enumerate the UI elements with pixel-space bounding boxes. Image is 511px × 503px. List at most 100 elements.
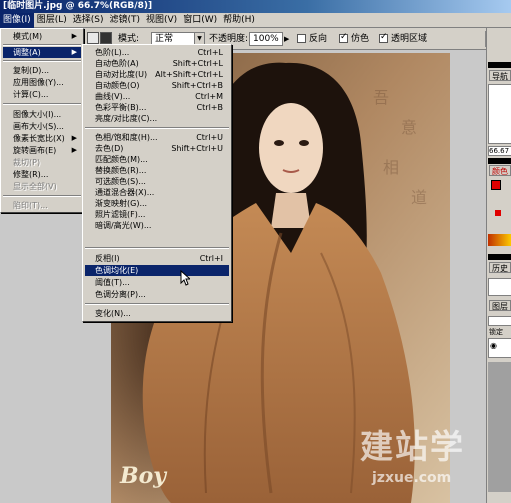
menu-item-label: 色彩平衡(B)... (95, 103, 147, 112)
tab-layers[interactable]: 图层 (489, 300, 511, 311)
svg-text:意: 意 (401, 118, 417, 137)
right-palette-dock: 导航 66.67 颜色 历史 图层 锁定 ◉ (486, 28, 511, 503)
history-panel-titlebar[interactable] (488, 254, 511, 260)
mode-value: 正常 (155, 34, 174, 44)
menu-image[interactable]: 图像(I) (0, 13, 34, 28)
menu-item-gradient-map[interactable]: 渐变映射(G)... (85, 198, 229, 209)
menu-item-threshold[interactable]: 阈值(T)... (85, 277, 229, 288)
menu-item-label: 自动颜色(O) (95, 81, 140, 90)
opacity-arrow-icon[interactable]: ▶ (284, 32, 289, 46)
menu-separator (3, 195, 81, 197)
svg-text:道: 道 (411, 188, 427, 207)
menu-item-hue-saturation[interactable]: 色相/饱和度(H)... Ctrl+U (85, 132, 229, 143)
color-ramp[interactable] (488, 234, 511, 246)
menu-select[interactable]: 选择(S) (70, 13, 107, 28)
foreground-color-swatch[interactable] (491, 180, 501, 190)
transparency-label: 透明区域 (391, 34, 428, 44)
window-title-bar[interactable]: [临时图片.jpg @ 66.7%(RGB/8)] (0, 0, 511, 13)
menu-shortcut: Shift+Ctrl+B (171, 81, 223, 90)
menu-item-label: 像素长宽比(X) (13, 134, 65, 143)
menu-shortcut: Ctrl+M (195, 92, 223, 101)
menu-separator (3, 60, 81, 62)
menu-item-canvas-size[interactable]: 画布大小(S)... (3, 121, 81, 132)
color-panel-titlebar[interactable] (488, 158, 511, 164)
menu-item-auto-levels[interactable]: 自动色阶(A) Shift+Ctrl+L (85, 58, 229, 69)
menu-item-apply-image[interactable]: 应用图像(Y)... (3, 77, 81, 88)
svg-text:相: 相 (383, 158, 399, 177)
menu-item-label: 自动对比度(U) (95, 70, 148, 79)
menu-help[interactable]: 帮助(H) (220, 13, 258, 28)
opacity-value: 100% (253, 34, 279, 44)
menu-item-pixel-aspect[interactable]: 像素长宽比(X) ▶ (3, 133, 81, 144)
menu-item-trap: 陷印(T)... (13, 201, 48, 210)
menu-item-rotate-canvas[interactable]: 旋转画布(E) ▶ (3, 145, 81, 156)
zoom-field[interactable]: 66.67 (488, 146, 511, 156)
warning-icon (495, 210, 501, 216)
menu-shortcut: Ctrl+L (197, 48, 223, 57)
menu-item-label: 旋转画布(E) (13, 146, 57, 155)
menu-separator (3, 44, 81, 46)
gradient-swatch-icon[interactable] (87, 32, 99, 44)
site-watermark: 建站学 jzxue.com (360, 420, 490, 490)
eye-icon[interactable]: ◉ (490, 342, 498, 350)
mouse-cursor-icon (180, 270, 190, 286)
tab-color[interactable]: 颜色 (489, 165, 511, 176)
adjust-submenu: 色阶(L)... Ctrl+L 自动色阶(A) Shift+Ctrl+L 自动对比度… (82, 44, 232, 322)
menu-item-adjust[interactable]: 调整(A) ▶ (3, 47, 81, 58)
submenu-arrow-icon: ▶ (71, 146, 77, 154)
navigator-panel-titlebar[interactable] (488, 62, 511, 68)
menu-item-label: 调整(A) (13, 48, 41, 57)
menu-view[interactable]: 视图(V) (143, 13, 180, 28)
menu-item-invert[interactable]: 反相(I) Ctrl+I (85, 253, 229, 264)
watermark-main: 建站学 (360, 427, 465, 466)
menu-layer[interactable]: 图层(L) (34, 13, 70, 28)
submenu-arrow-icon: ▶ (71, 48, 77, 56)
menu-item-curves[interactable]: 曲线(V)... Ctrl+M (85, 91, 229, 102)
menu-item-equalize[interactable]: 色调均化(E) (85, 265, 229, 276)
image-signature: Boy (120, 463, 167, 489)
menu-shortcut: Ctrl+I (199, 254, 223, 263)
menu-item-image-size[interactable]: 图像大小(I)... (3, 109, 81, 120)
opacity-input[interactable]: 100% (249, 32, 283, 46)
transparency-checkbox[interactable] (379, 32, 388, 43)
menu-item-auto-color[interactable]: 自动颜色(O) Shift+Ctrl+B (85, 80, 229, 91)
menu-item-label: 去色(D) (95, 144, 124, 153)
menu-item-posterize[interactable]: 色调分离(P)... (85, 289, 229, 300)
menu-shortcut: Ctrl+U (196, 133, 223, 142)
reverse-checkbox[interactable] (297, 34, 306, 43)
menu-item-label: 反相(I) (95, 254, 120, 263)
dither-checkbox[interactable] (339, 32, 348, 43)
menu-item-match-color[interactable]: 匹配颜色(M)... (85, 154, 229, 165)
svg-text:吾: 吾 (373, 88, 389, 107)
menu-item-replace-color[interactable]: 替换颜色(R)... (85, 165, 229, 176)
menu-item-color-balance[interactable]: 色彩平衡(B)... Ctrl+B (85, 102, 229, 113)
panel-empty-area (488, 362, 511, 492)
menu-bar: 图像(I) 图层(L) 选择(S) 滤镜(T) 视图(V) 窗口(W) 帮助(H… (0, 13, 511, 28)
menu-item-calculations[interactable]: 计算(C)... (3, 89, 81, 100)
menu-item-trim[interactable]: 修整(R)... (3, 169, 81, 180)
menu-separator (85, 127, 229, 129)
menu-item-desaturate[interactable]: 去色(D) Shift+Ctrl+U (85, 143, 229, 154)
menu-filter[interactable]: 滤镜(T) (106, 13, 143, 28)
menu-separator (85, 303, 229, 305)
menu-item-selective-color[interactable]: 可选颜色(S)... (85, 176, 229, 187)
menu-window[interactable]: 窗口(W) (180, 13, 220, 28)
menu-item-levels[interactable]: 色阶(L)... Ctrl+L (85, 47, 229, 58)
menu-item-auto-contrast[interactable]: 自动对比度(U) Alt+Shift+Ctrl+L (85, 69, 229, 80)
menu-item-variations[interactable]: 变化(N)... (85, 308, 229, 319)
navigator-preview (488, 84, 511, 144)
submenu-arrow-icon: ▶ (71, 32, 77, 40)
gradient-style-icon[interactable] (100, 32, 112, 44)
menu-item-shadow-highlight[interactable]: 暗调/高光(W)... (85, 220, 229, 231)
tab-history[interactable]: 历史 (489, 262, 511, 273)
image-menu-dropdown: 模式(M) ▶ 调整(A) ▶ 复制(D)... 应用图像(Y)... 计算(C).… (0, 28, 84, 213)
menu-item-photo-filter[interactable]: 照片滤镜(F)... (85, 209, 229, 220)
menu-shortcut: Shift+Ctrl+L (172, 59, 223, 68)
history-list[interactable] (488, 278, 511, 296)
layer-mode-select[interactable] (488, 316, 511, 326)
tab-navigator[interactable]: 导航 (489, 70, 511, 81)
menu-item-brightness-contrast[interactable]: 亮度/对比度(C)... (85, 113, 229, 124)
menu-item-duplicate[interactable]: 复制(D)... (3, 65, 81, 76)
menu-item-mode[interactable]: 模式(M) ▶ (3, 31, 81, 42)
menu-item-channel-mixer[interactable]: 通道混合器(X)... (85, 187, 229, 198)
